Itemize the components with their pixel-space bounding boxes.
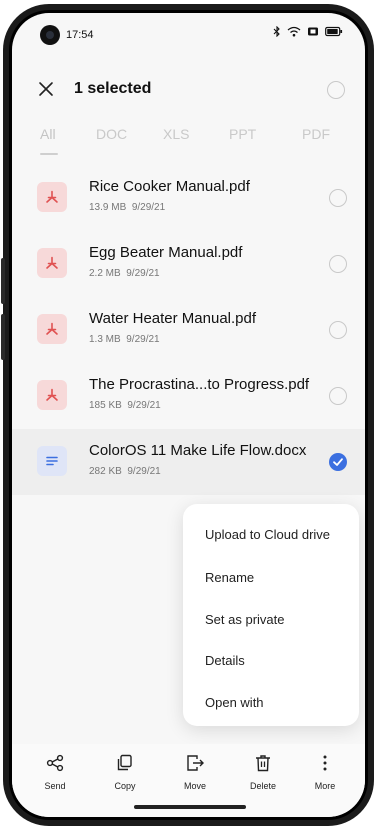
tab-xls[interactable]: XLS: [163, 126, 189, 142]
more-options-menu: Upload to Cloud drive Rename Set as priv…: [183, 504, 359, 726]
file-list: Rice Cooker Manual.pdf 13.9 MB 9/29/21 E…: [12, 165, 365, 495]
menu-item-open-with[interactable]: Open with: [205, 695, 264, 710]
menu-item-set-private[interactable]: Set as private: [205, 612, 285, 627]
close-icon[interactable]: [36, 79, 56, 99]
pdf-icon: [37, 380, 67, 410]
file-meta: 13.9 MB 9/29/21: [89, 202, 166, 213]
file-meta: 185 KB 9/29/21: [89, 400, 161, 411]
home-indicator[interactable]: [134, 805, 246, 809]
pdf-icon: [37, 182, 67, 212]
select-radio[interactable]: [329, 255, 347, 273]
screen: 17:54 1 selected All DOC XLS PPT PDF Ric…: [12, 13, 365, 817]
tab-ppt[interactable]: PPT: [229, 126, 256, 142]
delete-label: Delete: [249, 781, 276, 791]
tab-doc[interactable]: DOC: [96, 126, 127, 142]
sim-icon: [308, 27, 318, 36]
menu-item-details[interactable]: Details: [205, 653, 245, 668]
file-row-procrastination[interactable]: The Procrastina...to Progress.pdf 185 KB…: [12, 363, 365, 429]
file-row-rice-cooker[interactable]: Rice Cooker Manual.pdf 13.9 MB 9/29/21: [12, 165, 365, 231]
file-meta: 282 KB 9/29/21: [89, 466, 161, 477]
copy-label: Copy: [114, 781, 136, 791]
copy-button[interactable]: Copy: [98, 754, 152, 794]
file-row-water-heater[interactable]: Water Heater Manual.pdf 1.3 MB 9/29/21: [12, 297, 365, 363]
file-row-egg-beater[interactable]: Egg Beater Manual.pdf 2.2 MB 9/29/21: [12, 231, 365, 297]
tab-pdf[interactable]: PDF: [302, 126, 330, 142]
send-button[interactable]: Send: [28, 754, 82, 794]
pdf-icon: [37, 314, 67, 344]
more-icon: [323, 755, 327, 771]
send-label: Send: [44, 781, 66, 791]
tab-indicator: [40, 153, 58, 155]
status-icons: [273, 26, 343, 37]
delete-button[interactable]: Delete: [236, 754, 290, 794]
volume-button: [1, 258, 5, 304]
status-time: 17:54: [66, 29, 94, 41]
copy-icon: [117, 754, 132, 771]
menu-item-upload-cloud[interactable]: Upload to Cloud drive: [205, 527, 330, 542]
share-icon: [46, 754, 64, 772]
page-title: 1 selected: [74, 80, 152, 97]
more-label: More: [314, 781, 336, 791]
file-name: The Procrastina...to Progress.pdf: [89, 376, 310, 393]
file-row-coloros[interactable]: ColorOS 11 Make Life Flow.docx 282 KB 9/…: [12, 429, 365, 495]
select-radio[interactable]: [329, 189, 347, 207]
file-name: Egg Beater Manual.pdf: [89, 244, 243, 261]
pdf-icon: [37, 248, 67, 278]
volume-button-2: [1, 314, 5, 360]
more-button[interactable]: More: [298, 754, 352, 794]
battery-icon: [325, 26, 343, 37]
bluetooth-icon: [273, 26, 280, 37]
selection-header: 1 selected: [12, 75, 365, 105]
move-icon: [187, 755, 204, 771]
file-name: ColorOS 11 Make Life Flow.docx: [89, 442, 307, 459]
move-button[interactable]: Move: [168, 754, 222, 794]
file-type-tabs: All DOC XLS PPT PDF: [12, 126, 365, 166]
select-all-radio[interactable]: [327, 81, 345, 99]
delete-icon: [256, 755, 270, 772]
tab-all[interactable]: All: [40, 126, 56, 142]
select-radio[interactable]: [329, 321, 347, 339]
front-camera: [40, 25, 60, 45]
move-label: Move: [183, 781, 206, 791]
select-radio[interactable]: [329, 387, 347, 405]
status-bar: 17:54: [12, 13, 365, 53]
checkmark-icon: [333, 458, 343, 466]
select-radio-checked[interactable]: [329, 453, 347, 471]
file-meta: 1.3 MB 9/29/21: [89, 334, 160, 345]
doc-icon: [37, 446, 67, 476]
menu-item-rename[interactable]: Rename: [205, 570, 254, 585]
file-name: Water Heater Manual.pdf: [89, 310, 257, 327]
wifi-icon: [287, 26, 301, 37]
file-name: Rice Cooker Manual.pdf: [89, 178, 250, 195]
file-meta: 2.2 MB 9/29/21: [89, 268, 160, 279]
